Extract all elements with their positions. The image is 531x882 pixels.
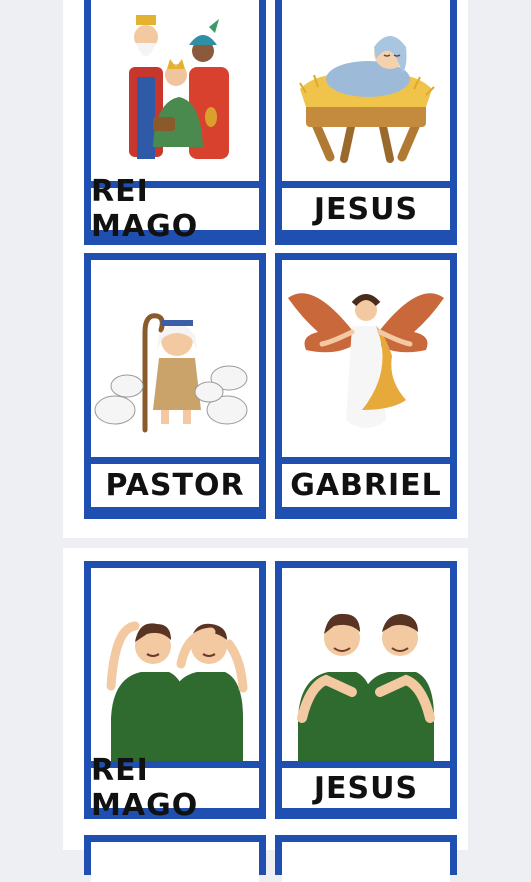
flashcard-label: JESUS [282,768,450,808]
shepherd-with-sheep-icon [94,313,248,433]
baby-in-manger-image [282,0,450,181]
flashcard-label: PASTOR [91,464,259,507]
flashcard-partial-image [282,842,450,882]
flashcard-label: REI MAGO [91,174,259,244]
three-wise-men-icon [129,15,229,159]
sign-language-jesus-icon [297,613,435,761]
baby-in-manger-icon [299,36,435,163]
angel-image [282,260,450,457]
sign-language-rei-mago-icon [106,621,248,761]
flashcard-label: REI MAGO [91,753,259,823]
flashcard-sign-jesus: JESUS [275,561,457,819]
flashcard-label: GABRIEL [282,464,450,507]
flashcard-sheet-1: REI MAGO JESUS PASTOR GABRIEL [63,0,468,538]
flashcard-pastor: PASTOR [84,253,266,519]
sign-language-jesus-image [282,568,450,761]
sign-language-rei-mago-image [91,568,259,761]
flashcard-sheet-2: REI MAGO JESUS [63,548,468,882]
flashcard-gabriel: GABRIEL [275,253,457,519]
angel-icon [288,293,444,428]
flashcard-label: JESUS [282,188,450,230]
three-wise-men-image [91,0,259,181]
shepherd-with-sheep-image [91,260,259,457]
flashcard-partial-right [275,835,457,882]
flashcard-partial-left [84,835,266,882]
flashcard-jesus: JESUS [275,0,457,245]
flashcard-rei-mago: REI MAGO [84,0,266,245]
flashcard-sign-rei-mago: REI MAGO [84,561,266,823]
flashcard-partial-image [91,842,259,882]
